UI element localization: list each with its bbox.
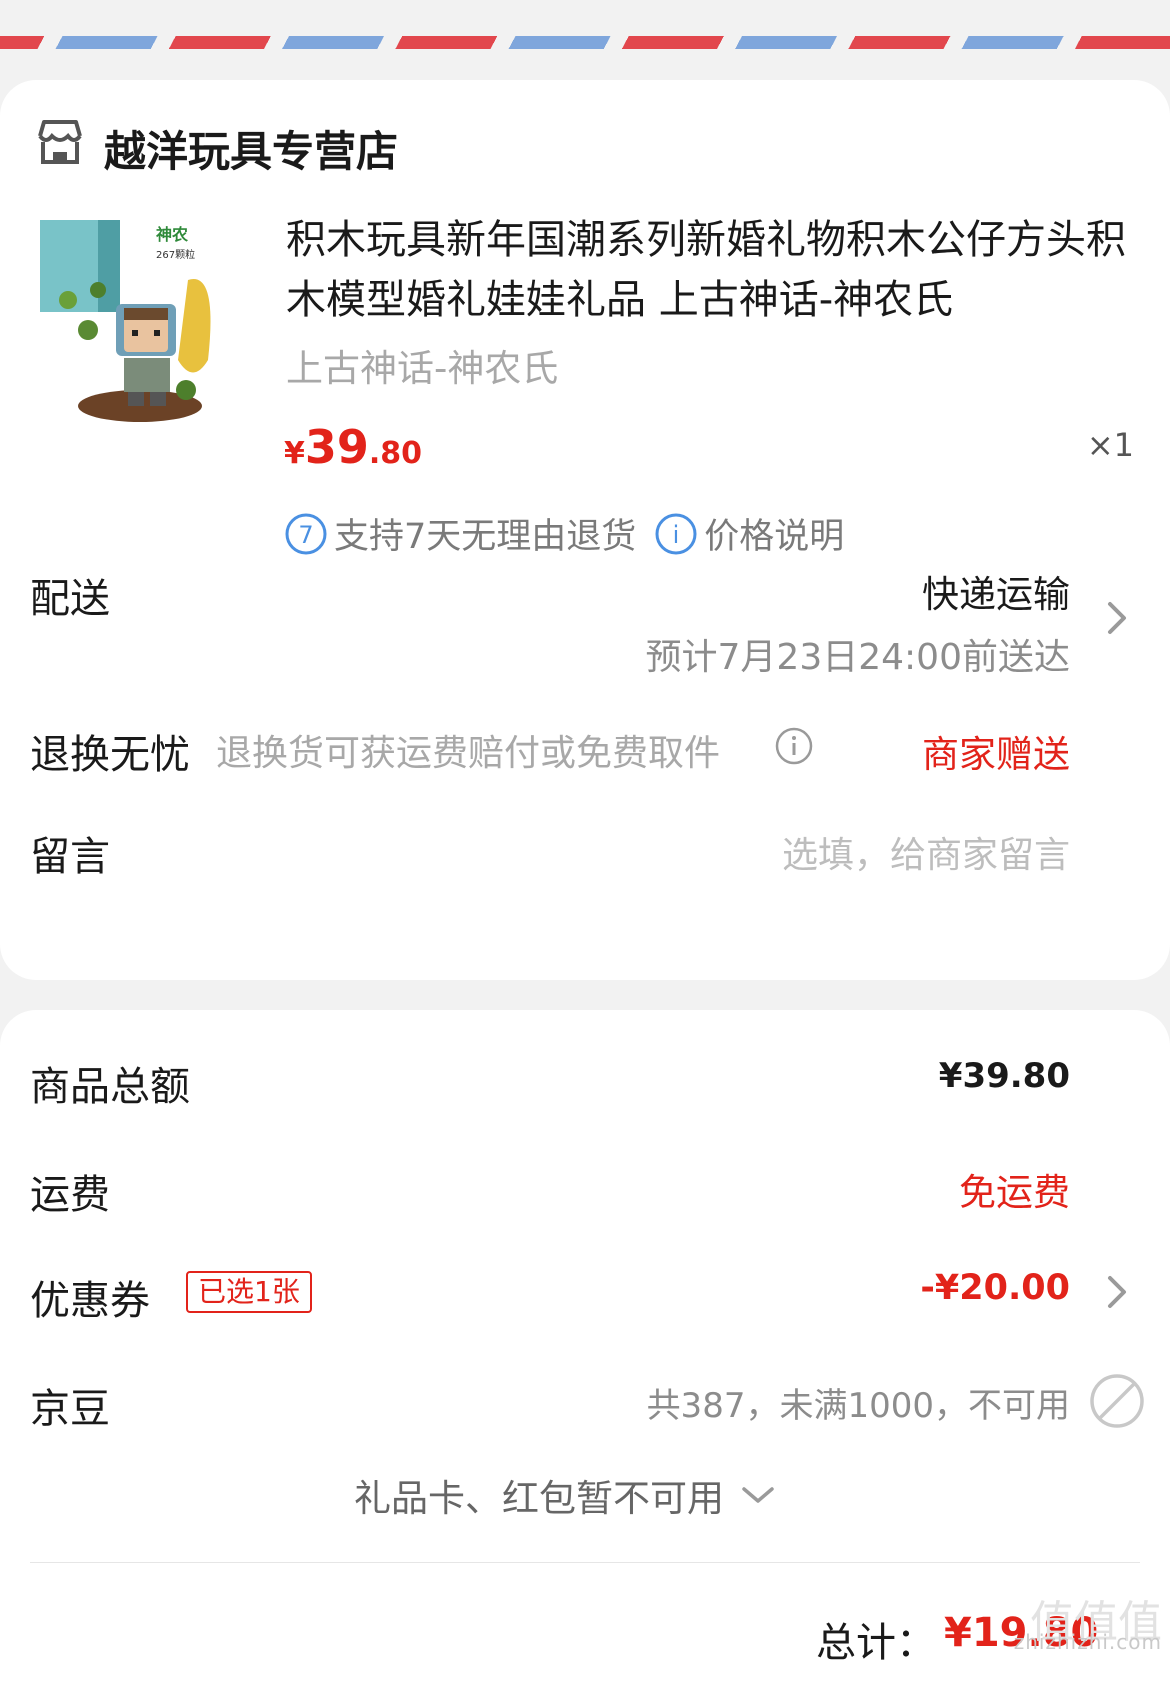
service-badges: 7 支持7天无理由退货 i 价格说明 <box>284 508 844 559</box>
jingdou-value: 共387，未满1000，不可用 <box>646 1386 1070 1426</box>
delivery-chevron-right-icon[interactable] <box>1104 598 1130 638</box>
returns-label: 退换无忧 <box>30 732 190 778</box>
total-label: 总计： <box>816 1620 936 1666</box>
envelope-stripe <box>0 36 1170 49</box>
product-variant: 上古神话-神农氏 <box>286 347 559 390</box>
coupon-selected-tag: 已选1张 <box>186 1271 312 1313</box>
price-explanation-link[interactable]: 价格说明 <box>704 508 844 559</box>
box-sub: 267颗粒 <box>156 248 195 261</box>
order-item-card: 越洋玩具专营店 神农 267颗粒 积木玩具新年国潮系列新婚礼物积木公仔方头积木模… <box>0 80 1170 980</box>
goods-total-value: ¥39.80 <box>938 1056 1070 1096</box>
jingdou-label: 京豆 <box>30 1386 110 1432</box>
price-decimal: .80 <box>368 436 423 471</box>
message-label: 留言 <box>30 834 110 880</box>
returns-value[interactable]: 商家赠送 <box>922 724 1070 778</box>
seven-day-return-icon: 7 <box>285 513 327 554</box>
returns-hint: 退换货可获运费赔付或免费取件 <box>216 733 721 774</box>
price-summary-card: 商品总额 ¥39.80 运费 免运费 优惠券 已选1张 -¥20.00 京豆 共… <box>0 1010 1170 1694</box>
product-price: ¥39.80 <box>284 420 422 474</box>
delivery-eta: 预计7月23日24:00前送达 <box>645 637 1070 678</box>
price-symbol: ¥ <box>284 436 305 471</box>
disabled-icon <box>1090 1374 1144 1428</box>
summary-divider <box>30 1562 1140 1563</box>
coupon-label: 优惠券 <box>30 1278 150 1324</box>
return-icon-glyph: 7 <box>298 521 313 549</box>
coupon-chevron-right-icon[interactable] <box>1104 1272 1130 1312</box>
return-policy-label[interactable]: 支持7天无理由退货 <box>334 508 636 559</box>
delivery-label: 配送 <box>30 576 110 622</box>
returns-info-icon[interactable] <box>774 726 814 766</box>
box-label: 神农 <box>156 225 188 244</box>
store-name[interactable]: 越洋玩具专营店 <box>104 118 398 179</box>
product-image[interactable]: 神农 267颗粒 <box>28 210 256 438</box>
shipping-value: 免运费 <box>959 1171 1070 1214</box>
message-input[interactable]: 选填，给商家留言 <box>782 826 1070 878</box>
info-icon: i <box>655 513 697 554</box>
product-quantity: ×1 <box>1086 426 1134 464</box>
delivery-method[interactable]: 快递运输 <box>922 564 1070 618</box>
chevron-down-icon <box>742 1487 774 1503</box>
price-integer: 39 <box>304 420 369 474</box>
shipping-label: 运费 <box>30 1172 110 1218</box>
coupon-value[interactable]: -¥20.00 <box>920 1268 1070 1308</box>
goods-total-label: 商品总额 <box>30 1064 190 1110</box>
watermark-text: zhizhizhi.com <box>1013 1630 1162 1654</box>
store-icon <box>38 120 82 164</box>
info-icon-glyph: i <box>673 521 680 549</box>
gift-card-note: 礼品卡、红包暂不可用 <box>354 1477 724 1520</box>
product-title[interactable]: 积木玩具新年国潮系列新婚礼物积木公仔方头积木模型婚礼娃娃礼品 上古神话-神农氏 <box>286 210 1126 330</box>
gift-card-toggle[interactable]: 礼品卡、红包暂不可用 <box>354 1468 776 1522</box>
